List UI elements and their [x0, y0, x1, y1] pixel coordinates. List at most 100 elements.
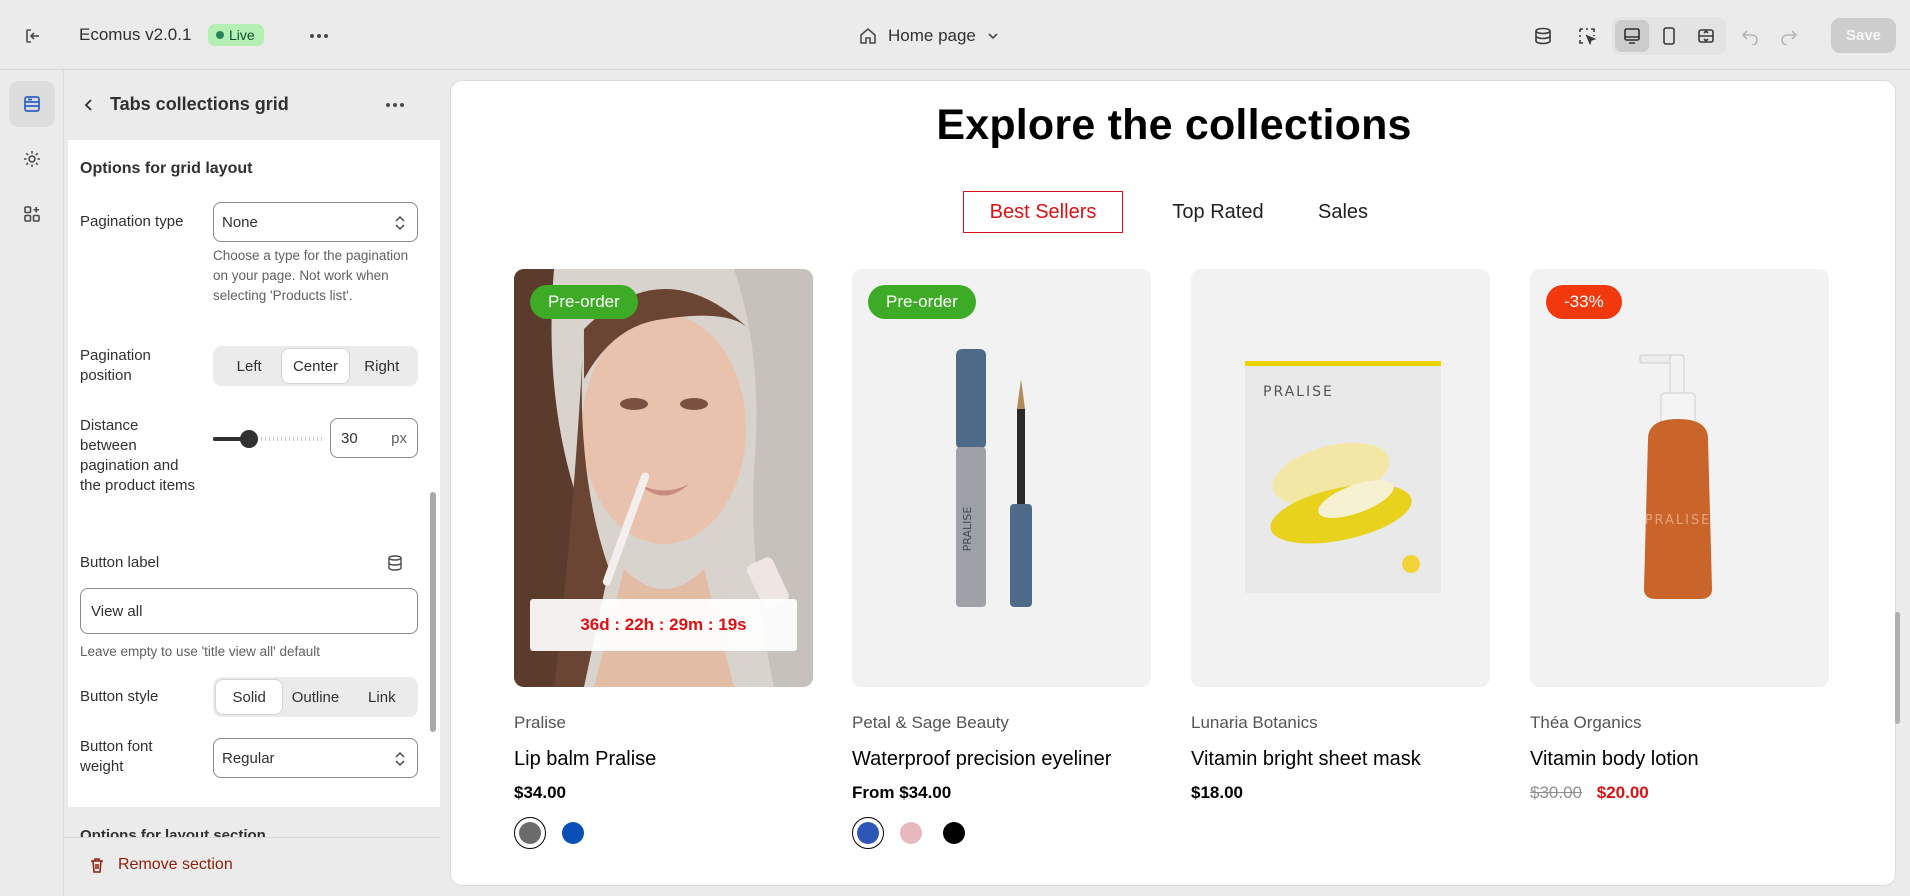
preview-scrollbar[interactable] — [1895, 612, 1900, 724]
color-swatch[interactable] — [852, 817, 884, 849]
product-image[interactable]: PRALISE Pre-order — [852, 269, 1151, 687]
pagination-type-label: Pagination type — [80, 213, 184, 230]
page-selector-label: Home page — [888, 26, 976, 45]
product-vendor[interactable]: Théa Organics — [1530, 713, 1829, 733]
select-chevron-icon — [395, 751, 405, 767]
section-more-icon[interactable] — [380, 90, 410, 120]
button-label-label: Button label — [80, 554, 160, 571]
chevron-down-icon — [988, 33, 998, 40]
product-price: $30.00 $20.00 — [1530, 783, 1829, 803]
undo-icon[interactable] — [1733, 19, 1767, 53]
svg-text:PRALISE: PRALISE — [1645, 513, 1712, 528]
pagination-position-left[interactable]: Left — [216, 349, 282, 383]
color-swatch[interactable] — [895, 817, 927, 849]
status-badge: Live — [208, 24, 264, 46]
save-button[interactable]: Save — [1831, 18, 1896, 53]
select-chevron-icon — [395, 215, 405, 231]
product-title[interactable]: Lip balm Pralise — [514, 748, 813, 771]
collection-tabs: Best Sellers Top Rated Sales — [451, 191, 1895, 233]
tab-sales[interactable]: Sales — [1303, 191, 1383, 233]
product-image[interactable]: PRALISE -33% — [1530, 269, 1829, 687]
sections-icon[interactable] — [9, 81, 55, 127]
product-price: From $34.00 — [852, 783, 952, 802]
status-dot-icon — [216, 31, 224, 39]
pagination-type-select[interactable]: None — [213, 202, 418, 242]
theme-settings-icon[interactable] — [9, 136, 55, 182]
product-badge: -33% — [1546, 285, 1622, 319]
product-vendor[interactable]: Petal & Sage Beauty — [852, 713, 1151, 733]
svg-text:PRALISE: PRALISE — [1263, 384, 1334, 400]
remove-section-button[interactable]: Remove section — [88, 856, 233, 874]
distance-unit: px — [391, 429, 407, 447]
fullscreen-view-icon[interactable] — [1689, 20, 1723, 52]
pagination-type-value: None — [222, 213, 258, 231]
product-card[interactable]: PRALISE Lunaria Botanics Vitamin bright … — [1191, 269, 1490, 803]
panel-footer: Remove section — [64, 837, 440, 896]
svg-text:PRALISE: PRALISE — [961, 507, 974, 552]
distance-slider[interactable] — [213, 430, 323, 448]
app-title: Ecomus v2.0.1 — [79, 25, 192, 44]
product-vendor[interactable]: Pralise — [514, 713, 813, 733]
button-font-weight-label: Button font weight — [80, 738, 153, 775]
countdown-timer: 36d : 22h : 29m : 19s — [530, 599, 797, 651]
product-card[interactable]: PRALISE Pre-order Petal & Sage Beauty Wa… — [852, 269, 1151, 849]
product-title[interactable]: Vitamin body lotion — [1530, 748, 1829, 771]
remove-section-label: Remove section — [118, 856, 233, 873]
distance-value: 30 — [341, 429, 358, 447]
button-font-weight-select[interactable]: Regular — [213, 738, 418, 778]
product-title[interactable]: Waterproof precision eyeliner — [852, 748, 1151, 771]
product-price: $18.00 — [1191, 783, 1243, 802]
color-swatch[interactable] — [938, 817, 970, 849]
product-badge: Pre-order — [530, 285, 638, 319]
product-image[interactable]: Pre-order 36d : 22h : 29m : 19s — [514, 269, 813, 687]
button-style-solid[interactable]: Solid — [216, 680, 283, 714]
eyeliner-image: PRALISE — [852, 269, 1151, 687]
panel-scrollbar[interactable] — [430, 492, 436, 732]
panel-header: Tabs collections grid — [64, 70, 440, 138]
button-style-outline[interactable]: Outline — [282, 680, 348, 714]
body-lotion-image: PRALISE — [1530, 269, 1829, 687]
trash-icon — [91, 858, 103, 873]
compare-at-price: $30.00 — [1530, 783, 1582, 802]
product-title[interactable]: Vitamin bright sheet mask — [1191, 748, 1490, 771]
product-card[interactable]: PRALISE -33% Théa Organics Vitamin body … — [1530, 269, 1829, 803]
more-actions-icon[interactable] — [304, 21, 334, 51]
product-image[interactable]: PRALISE — [1191, 269, 1490, 687]
tab-top-rated[interactable]: Top Rated — [1153, 191, 1283, 233]
distance-slider-thumb[interactable] — [240, 430, 258, 448]
sheet-mask-image: PRALISE — [1191, 269, 1490, 687]
button-label-input[interactable]: View all — [80, 588, 418, 634]
pagination-position-toggle: Left Center Right — [213, 346, 418, 386]
left-rail — [0, 70, 64, 896]
back-arrow-icon[interactable] — [74, 90, 104, 120]
desktop-view-icon[interactable] — [1615, 20, 1649, 52]
section-title: Options for grid layout — [80, 160, 253, 177]
button-font-weight-value: Regular — [222, 749, 275, 767]
color-swatch[interactable] — [514, 817, 546, 849]
pagination-position-label: Pagination position — [80, 347, 151, 384]
distance-label: Distance between pagination and the prod… — [80, 417, 196, 494]
apps-icon[interactable] — [9, 191, 55, 237]
color-swatches — [852, 817, 1151, 849]
mobile-view-icon[interactable] — [1652, 20, 1686, 52]
app-embed-icon[interactable] — [1526, 19, 1560, 53]
color-swatch[interactable] — [557, 817, 589, 849]
product-vendor[interactable]: Lunaria Botanics — [1191, 713, 1490, 733]
dynamic-source-icon[interactable] — [385, 553, 405, 573]
page-selector[interactable]: Home page — [852, 20, 1006, 52]
panel-title: Tabs collections grid — [110, 94, 289, 114]
button-style-label: Button style — [80, 688, 159, 705]
pagination-type-help: Choose a type for the pagination on your… — [213, 248, 409, 303]
product-card[interactable]: Pre-order 36d : 22h : 29m : 19s Pralise … — [514, 269, 813, 849]
exit-icon[interactable] — [18, 21, 48, 51]
pagination-position-center[interactable]: Center — [282, 349, 349, 383]
inspector-icon[interactable] — [1570, 19, 1604, 53]
button-style-link[interactable]: Link — [349, 680, 415, 714]
pagination-position-right[interactable]: Right — [349, 349, 415, 383]
distance-input[interactable]: 30 px — [330, 418, 418, 458]
redo-icon[interactable] — [1772, 19, 1806, 53]
tab-best-sellers[interactable]: Best Sellers — [963, 191, 1123, 233]
color-swatches — [514, 817, 813, 849]
next-section-title: Options for layout section — [80, 827, 266, 837]
sale-price: $20.00 — [1596, 783, 1649, 802]
